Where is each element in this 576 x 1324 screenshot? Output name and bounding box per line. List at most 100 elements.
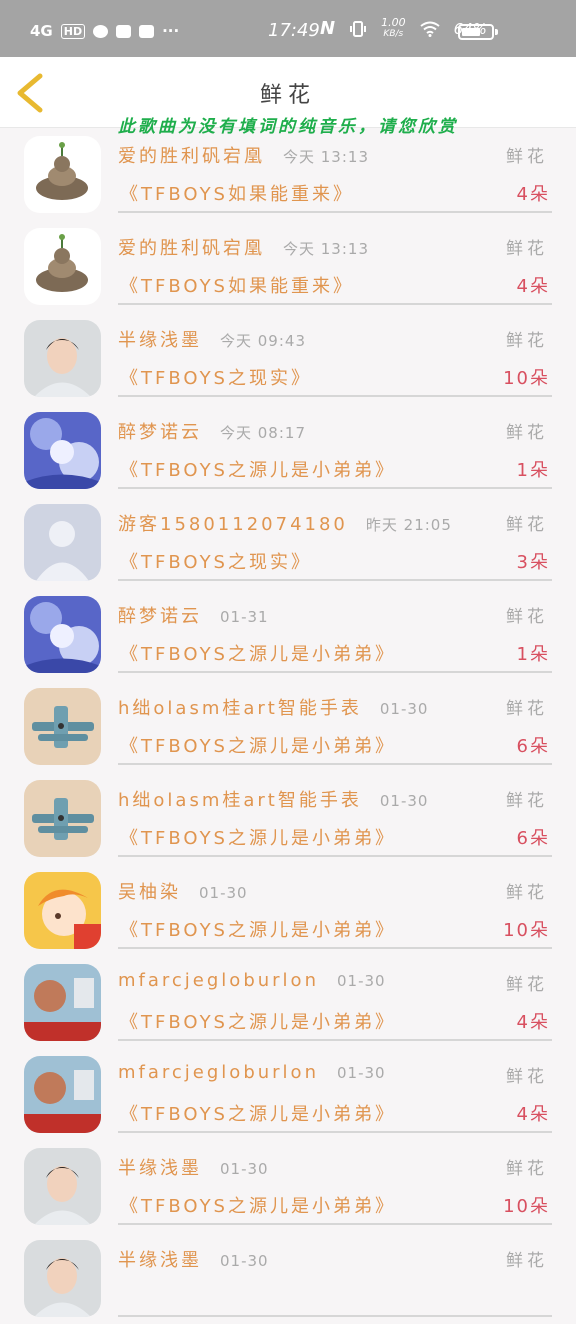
sender-name: 爱的胜利矾宕凰 今天 13:13 xyxy=(118,234,369,260)
song-title: 《TFBOYS之源儿是小弟弟》 xyxy=(120,1196,396,1217)
divider xyxy=(118,763,552,765)
send-time: 01-30 xyxy=(379,792,429,810)
list-item[interactable]: 醉梦诺云 01-31 鲜花 《TFBOYS之源儿是小弟弟》 1朵 xyxy=(0,588,576,680)
list-item[interactable]: mfarcjegloburlon 01-30 鲜花《TFBOYS之源儿是小弟弟》 4朵 xyxy=(0,1048,576,1140)
divider xyxy=(118,579,552,581)
song-title: 《TFBOYS之源儿是小弟弟》 xyxy=(120,920,396,941)
list-item[interactable]: 游客1580112074180 昨天 21:05 鲜花 《TFBOYS之现实》 3朵 xyxy=(0,496,576,588)
avatar[interactable] xyxy=(24,688,101,765)
song-title: 《TFBOYS之源儿是小弟弟》 xyxy=(120,1104,396,1125)
avatar[interactable] xyxy=(24,1240,101,1317)
sender-name-text: 半缘浅墨 xyxy=(118,330,202,351)
list-item[interactable]: h绌olasm桂art智能手表 01-30 鲜花 《TFBOYS之源儿是小弟弟》 6朵 xyxy=(0,680,576,772)
sender-name-text: mfarcjegloburlon xyxy=(118,1062,319,1083)
nfc-icon: N xyxy=(320,18,336,39)
divider xyxy=(118,947,552,949)
net-speed: 1.00 KB/s xyxy=(381,16,406,39)
flower-label: 鲜花 xyxy=(506,1067,548,1087)
song-title: 《TFBOYS之源儿是小弟弟》 xyxy=(120,736,396,757)
sender-name: mfarcjegloburlon 01-30 xyxy=(118,1062,386,1083)
send-time: 01-30 xyxy=(199,884,248,902)
flower-count: 4朵 xyxy=(516,1104,550,1125)
avatar[interactable] xyxy=(24,228,101,305)
divider xyxy=(118,1223,552,1225)
mail-notification-icon xyxy=(139,24,155,38)
avatar[interactable] xyxy=(24,504,101,581)
vibrate-icon xyxy=(350,20,367,37)
sender-name-text: 游客1580112074180 xyxy=(118,514,348,535)
net-speed-unit: KB/s xyxy=(383,29,404,39)
page-title: 鲜花 xyxy=(259,83,316,108)
song-title: 《TFBOYS之源儿是小弟弟》 xyxy=(120,644,396,665)
flower-count: 6朵 xyxy=(516,736,550,757)
song-title: 《TFBOYS之源儿是小弟弟》 xyxy=(120,828,396,849)
status-bar: 4G HD ··· 17:49 N 1.00 KB/s 64% xyxy=(0,0,576,57)
wifi-icon xyxy=(419,21,440,37)
list-item[interactable]: 半缘浅墨 01-30 鲜花 《TFBOYS之源儿是小弟弟》 10朵 xyxy=(0,1140,576,1232)
flower-label: 鲜花 xyxy=(506,883,548,903)
flower-label: 鲜花 xyxy=(506,975,548,995)
net-speed-value: 1.00 xyxy=(381,16,406,29)
avatar[interactable] xyxy=(24,964,101,1041)
send-time: 今天 13:13 xyxy=(283,148,369,166)
divider xyxy=(118,1131,552,1133)
sender-name: 半缘浅墨 01-30 xyxy=(118,1154,269,1180)
avatar[interactable] xyxy=(24,596,101,673)
song-title: 《TFBOYS之现实》 xyxy=(120,368,312,389)
sender-name-text: mfarcjegloburlon xyxy=(118,970,319,991)
flower-count: 4朵 xyxy=(516,184,550,205)
sender-name-text: 醉梦诺云 xyxy=(118,422,202,443)
mail-notification-icon xyxy=(116,24,132,38)
divider xyxy=(118,1039,552,1041)
sender-name: 游客1580112074180 昨天 21:05 xyxy=(118,510,452,536)
flower-label: 鲜花 xyxy=(506,699,548,719)
avatar[interactable] xyxy=(24,412,101,489)
list-item[interactable]: 爱的胜利矾宕凰 今天 13:13 鲜花 《TFBOYS如果能重来》 4朵 xyxy=(0,220,576,312)
more-notifications-icon: ··· xyxy=(162,22,180,40)
avatar[interactable] xyxy=(24,320,101,397)
app-notification-icon xyxy=(93,24,109,38)
list-item[interactable]: 半缘浅墨 01-30 鲜花 xyxy=(0,1232,576,1324)
divider xyxy=(118,671,552,673)
flower-label: 鲜花 xyxy=(506,1159,548,1179)
header: 鲜花 此歌曲为没有填词的纯音乐，请您欣赏 xyxy=(0,57,576,137)
song-title: 《TFBOYS之现实》 xyxy=(120,552,312,573)
avatar[interactable] xyxy=(24,1056,101,1133)
gift-list: 爱的胜利矾宕凰 今天 13:13 鲜花 《TFBOYS如果能重来》 4朵 爱的胜利矾宕凰今… xyxy=(0,128,576,1324)
send-time: 01-30 xyxy=(220,1160,269,1178)
sender-name: 半缘浅墨 01-30 xyxy=(118,1246,269,1272)
list-item[interactable]: h绌olasm桂art智能手表 01-30 鲜花 《TFBOYS之源儿是小弟弟》 6朵 xyxy=(0,772,576,864)
sender-name: 醉梦诺云 今天 08:17 xyxy=(118,418,306,444)
list-item[interactable]: 爱的胜利矾宕凰 今天 13:13 鲜花 《TFBOYS如果能重来》 4朵 xyxy=(0,128,576,220)
list-item[interactable]: mfarcjegloburlon 01-30 鲜花 《TFBOYS之源儿是小弟弟》 4朵 xyxy=(0,956,576,1048)
list-item[interactable]: 醉梦诺云 今天 08:17 鲜花 《TFBOYS之源儿是小弟弟》 1朵 xyxy=(0,404,576,496)
sender-name: 半缘浅墨 今天 09:43 xyxy=(118,326,306,352)
flower-label: 鲜花 xyxy=(506,1251,548,1271)
sender-name: mfarcjegloburlon 01-30 xyxy=(118,970,386,991)
list-item[interactable]: 吴柚染 01-30 鲜花 《TFBOYS之源儿是小弟弟》 10朵 xyxy=(0,864,576,956)
flower-count: 1朵 xyxy=(516,460,550,481)
avatar[interactable] xyxy=(24,872,101,949)
avatar[interactable] xyxy=(24,780,101,857)
flower-label: 鲜花 xyxy=(506,423,548,443)
divider xyxy=(118,855,552,857)
sender-name-text: 醉梦诺云 xyxy=(118,606,202,627)
sender-name-text: 半缘浅墨 xyxy=(118,1158,202,1179)
sender-name: 醉梦诺云 01-31 xyxy=(118,602,269,628)
flower-label: 鲜花 xyxy=(506,607,548,627)
list-item[interactable]: 半缘浅墨 今天 09:43 鲜花 《TFBOYS之现实》 10朵 xyxy=(0,312,576,404)
clock: 17:49 xyxy=(268,20,320,41)
send-time: 01-30 xyxy=(336,1064,386,1082)
sender-name-text: 爱的胜利矾宕凰 xyxy=(118,238,265,259)
avatar[interactable] xyxy=(24,136,101,213)
divider xyxy=(118,1315,552,1317)
song-title: 《TFBOYS如果能重来》 xyxy=(120,184,354,205)
send-time: 01-31 xyxy=(220,608,269,626)
hd-badge: HD xyxy=(60,23,86,39)
flower-count: 10朵 xyxy=(503,368,550,389)
flower-count: 6朵 xyxy=(516,828,550,849)
avatar[interactable] xyxy=(24,1148,101,1225)
send-time: 昨天 21:05 xyxy=(365,516,452,534)
battery-icon xyxy=(458,24,494,40)
divider xyxy=(118,395,552,397)
